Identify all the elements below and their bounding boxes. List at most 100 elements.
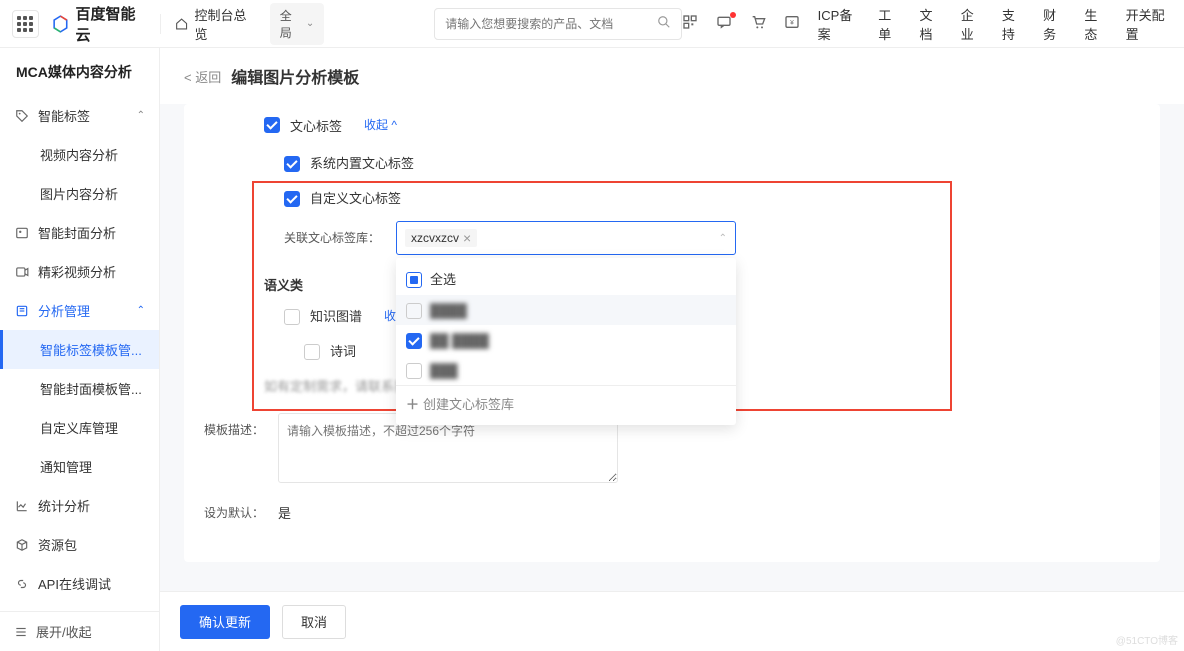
region-label: 全局 <box>280 7 302 41</box>
sidebar-label: 统计分析 <box>38 496 90 515</box>
cart-icon[interactable] <box>750 14 766 33</box>
sidebar-item-image-analysis[interactable]: 图片内容分析 <box>0 174 159 213</box>
chevron-up-icon: ⌃ <box>137 110 145 121</box>
checkbox-poetry[interactable] <box>304 344 320 360</box>
baidu-cloud-icon <box>51 14 70 34</box>
row-system-builtin: 系统内置文心标签 <box>284 145 1160 180</box>
nav-support[interactable]: 支持 <box>1002 5 1025 43</box>
home-icon <box>175 17 188 31</box>
checkbox-knowledge-graph[interactable] <box>284 309 300 325</box>
chart-icon <box>14 499 30 513</box>
back-link[interactable]: < 返回 <box>184 67 221 86</box>
dropdown-create-new[interactable]: ＋ 创建文心标签库 <box>396 385 736 421</box>
notification-dot <box>730 12 736 18</box>
sidebar-item-stats[interactable]: 统计分析 <box>0 486 159 525</box>
sidebar-label: 分析管理 <box>38 301 90 320</box>
nav-switch[interactable]: 开关配置 <box>1126 5 1172 43</box>
label-knowledge-graph: 知识图谱 <box>310 306 362 325</box>
plus-icon: ＋ <box>406 394 419 413</box>
nav-ecology[interactable]: 生态 <box>1084 5 1107 43</box>
sidebar-item-cover-analysis[interactable]: 智能封面分析 <box>0 213 159 252</box>
tag-remove-icon[interactable]: × <box>463 231 471 245</box>
option-2-label: ██ ████ <box>430 333 489 348</box>
sidebar: MCA媒体内容分析 智能标签 ⌃ 视频内容分析 图片内容分析 智能封面分析 精彩… <box>0 48 160 651</box>
sidebar-item-smart-tags[interactable]: 智能标签 ⌃ <box>0 96 159 135</box>
sidebar-label: 资源包 <box>38 535 77 554</box>
label-system-builtin: 系统内置文心标签 <box>310 153 414 172</box>
apps-grid-icon <box>17 16 33 32</box>
message-icon[interactable] <box>716 14 732 33</box>
chevron-up-icon: ⌃ <box>137 305 145 316</box>
checkbox-option-1[interactable] <box>406 303 422 319</box>
option-3-label: ███ <box>430 363 458 378</box>
select-all-label: 全选 <box>430 269 456 288</box>
row-wenxin-tags: 文心标签 收起 ^ <box>184 106 1160 145</box>
label-custom-wenxin: 自定义文心标签 <box>310 188 401 207</box>
sidebar-item-video-analysis[interactable]: 视频内容分析 <box>0 135 159 174</box>
tag-icon <box>14 109 30 123</box>
brand-logo[interactable]: 百度智能云 <box>51 3 147 45</box>
svg-text:¥: ¥ <box>790 20 794 27</box>
collapse-wenxin[interactable]: 收起 ^ <box>364 116 397 133</box>
sidebar-item-notification[interactable]: 通知管理 <box>0 447 159 486</box>
brand-text: 百度智能云 <box>76 3 147 45</box>
checkbox-system-builtin[interactable] <box>284 156 300 172</box>
nav-icp[interactable]: ICP备案 <box>818 5 861 43</box>
collapse-icon <box>14 625 28 639</box>
search-icon[interactable] <box>657 15 671 32</box>
qrcode-icon[interactable] <box>682 14 698 33</box>
row-custom-wenxin: 自定义文心标签 <box>284 180 1160 215</box>
nav-finance[interactable]: 财务 <box>1043 5 1066 43</box>
sidebar-item-cover-template[interactable]: 智能封面模板管... <box>0 369 159 408</box>
sidebar-item-resource-pack[interactable]: 资源包 <box>0 525 159 564</box>
image-icon <box>14 226 30 240</box>
apps-menu-button[interactable] <box>12 10 39 38</box>
main-content: < 返回 编辑图片分析模板 文心标签 收起 ^ 系统内置文心标签 自定义文心标签 <box>160 48 1184 651</box>
sidebar-label: 智能标签 <box>38 106 90 125</box>
tag-text: xzcvxzcv <box>411 231 459 245</box>
watermark: @51CTO博客 <box>1116 632 1178 647</box>
sidebar-label: API在线调试 <box>38 574 111 593</box>
cancel-button[interactable]: 取消 <box>282 605 346 639</box>
selected-tag: xzcvxzcv × <box>405 229 477 247</box>
console-link[interactable]: 控制台总览 <box>175 5 256 43</box>
sidebar-item-custom-lib[interactable]: 自定义库管理 <box>0 408 159 447</box>
divider <box>160 14 161 34</box>
checkbox-option-2[interactable] <box>406 333 422 349</box>
checkbox-wenxin[interactable] <box>264 117 280 133</box>
search-input[interactable] <box>445 17 656 31</box>
sidebar-collapse-toggle[interactable]: 展开/收起 <box>0 611 159 651</box>
page-title: 编辑图片分析模板 <box>231 64 359 88</box>
dropdown-option-3[interactable]: ███ <box>396 355 736 385</box>
sidebar-title: MCA媒体内容分析 <box>0 48 159 96</box>
nav-ticket[interactable]: 工单 <box>878 5 901 43</box>
page-header: < 返回 编辑图片分析模板 <box>160 48 1184 104</box>
footer-actions: 确认更新 取消 <box>160 591 1184 651</box>
row-default: 设为默认： 是 <box>184 493 1160 532</box>
sidebar-item-highlight-video[interactable]: 精彩视频分析 <box>0 252 159 291</box>
package-icon <box>14 538 30 552</box>
assoc-lib-select[interactable]: xzcvxzcv × ⌃ 全选 ████ <box>396 221 736 255</box>
label-description: 模板描述： <box>204 413 264 438</box>
cny-icon[interactable]: ¥ <box>784 14 800 33</box>
sidebar-item-tag-template[interactable]: 智能标签模板管... <box>0 330 159 369</box>
checkbox-option-3[interactable] <box>406 363 422 379</box>
chevron-down-icon: ⌄ <box>306 18 314 29</box>
checkbox-custom-wenxin[interactable] <box>284 191 300 207</box>
checkbox-select-all[interactable] <box>406 272 422 288</box>
save-button[interactable]: 确认更新 <box>180 605 270 639</box>
dropdown-select-all[interactable]: 全选 <box>396 262 736 295</box>
dropdown-option-2[interactable]: ██ ████ <box>396 325 736 355</box>
region-select[interactable]: 全局 ⌄ <box>270 3 324 45</box>
nav-docs[interactable]: 文档 <box>919 5 942 43</box>
label-assoc-lib: 关联文心标签库： <box>284 221 384 246</box>
label-default: 设为默认： <box>204 504 264 521</box>
console-label: 控制台总览 <box>194 5 255 43</box>
label-wenxin: 文心标签 <box>290 116 342 135</box>
search-box[interactable] <box>434 8 681 40</box>
nav-enterprise[interactable]: 企业 <box>961 5 984 43</box>
dropdown-option-1[interactable]: ████ <box>396 295 736 325</box>
sidebar-item-api-debug[interactable]: API在线调试 <box>0 564 159 603</box>
sidebar-item-analysis-mgmt[interactable]: 分析管理 ⌃ <box>0 291 159 330</box>
option-1-label: ████ <box>430 303 467 318</box>
